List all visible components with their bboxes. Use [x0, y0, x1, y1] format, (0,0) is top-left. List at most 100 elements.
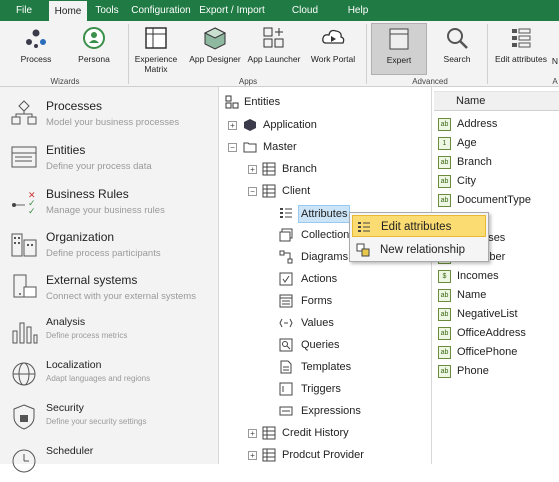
edit-attributes-icon	[358, 222, 370, 232]
values-icon	[279, 318, 293, 328]
menu-help[interactable]: Help	[342, 0, 374, 21]
module-analysis[interactable]: Analysis Define process metrics	[0, 311, 219, 353]
module-subtitle: Adapt languages and regions	[46, 374, 151, 383]
context-menu-new-relationship[interactable]: New relationship	[352, 239, 486, 261]
attribute-row[interactable]: ab Address	[434, 115, 559, 134]
expert-button[interactable]: Expert	[371, 23, 427, 75]
menu-home[interactable]: Home	[49, 1, 87, 21]
truncated-ribbon-button[interactable]: N	[551, 23, 559, 75]
experience-matrix-icon	[145, 27, 167, 49]
context-menu-edit-attributes[interactable]: Edit attributes	[352, 215, 486, 237]
tree-node-queries[interactable]: Queries	[221, 335, 421, 355]
app-designer-button[interactable]: App Designer	[188, 23, 242, 75]
module-security[interactable]: Security Define your security settings	[0, 397, 219, 439]
menu-cloud-services[interactable]: Cloud Services	[272, 0, 338, 37]
module-subtitle: Model your business processes	[46, 117, 180, 128]
expand-toggle[interactable]: +	[248, 429, 257, 438]
tree-node-expressions[interactable]: Expressions	[221, 401, 421, 421]
tree-node-forms[interactable]: Forms	[221, 291, 421, 311]
tree-label: Application	[263, 119, 317, 131]
entity-table-icon	[262, 426, 276, 440]
attribute-row[interactable]: ab NegativeList	[434, 305, 559, 324]
queries-icon	[279, 338, 293, 352]
module-scheduler[interactable]: Scheduler	[0, 440, 219, 482]
module-business-rules[interactable]: ✕ ✓ ✓ Business Rules Manage your business …	[0, 181, 219, 223]
templates-icon	[280, 360, 292, 374]
attribute-row[interactable]: ab OfficePhone	[434, 343, 559, 362]
expand-toggle[interactable]: +	[248, 165, 257, 174]
tree-node-actions[interactable]: Actions	[221, 269, 421, 289]
attribute-row[interactable]: ab Name	[434, 286, 559, 305]
edit-attributes-ribbon-label: Edit attributes	[495, 54, 547, 64]
diagrams-icon	[279, 250, 293, 264]
attribute-type-icon: ab	[438, 289, 451, 302]
attribute-type-icon: ab	[438, 365, 451, 378]
tree-label: Entities	[244, 96, 281, 108]
module-subtitle: Define process metrics	[46, 331, 128, 340]
tree-node-branch[interactable]: + Branch	[221, 159, 421, 179]
module-processes[interactable]: Processes Model your business processes	[0, 93, 219, 135]
tree-label: Collections	[301, 229, 355, 241]
persona-button[interactable]: Persona	[72, 23, 116, 75]
work-portal-button[interactable]: Work Portal	[308, 23, 358, 75]
menu-bar: File Home Tools Configuration Export / I…	[0, 0, 559, 37]
experience-matrix-button[interactable]: Experience Matrix	[133, 23, 179, 75]
menu-file[interactable]: File	[6, 0, 42, 21]
analysis-icon	[12, 322, 38, 344]
tree-node-templates[interactable]: Templates	[221, 357, 421, 377]
module-title: Scheduler	[46, 445, 94, 457]
module-title: Localization	[46, 359, 102, 371]
tree-node-application[interactable]: + Application	[221, 115, 421, 135]
menu-configuration[interactable]: Configuration	[128, 0, 194, 21]
group-advanced-label: Advanced	[412, 77, 448, 86]
attribute-type-icon: ab	[438, 156, 451, 169]
menu-tools[interactable]: Tools	[90, 0, 124, 21]
modules-panel: Processes Model your business processes …	[0, 87, 219, 473]
attribute-type-icon: ab	[438, 308, 451, 321]
context-menu-label: Edit attributes	[381, 221, 452, 233]
search-icon	[447, 28, 468, 49]
attribute-name: Incomes	[457, 270, 499, 282]
tree-node-triggers[interactable]: Triggers	[221, 379, 421, 399]
menu-export-import[interactable]: Export / Import	[199, 0, 265, 21]
module-entities[interactable]: Entities Define your process data	[0, 137, 219, 179]
group-wizards-label: Wizards	[50, 77, 80, 86]
expand-toggle[interactable]: +	[248, 451, 257, 460]
attribute-row[interactable]: ab Phone	[434, 362, 559, 381]
attribute-row[interactable]: ab Branch	[434, 153, 559, 172]
tree-node-product-provider[interactable]: + Prodcut Provider	[221, 445, 421, 465]
tree-node-values[interactable]: Values	[221, 313, 421, 333]
external-systems-icon	[13, 274, 37, 298]
module-localization[interactable]: Localization Adapt languages and regions	[0, 354, 219, 396]
tree-node-credit-history[interactable]: + Credit History	[221, 423, 421, 443]
module-organization[interactable]: Organization Define process participants	[0, 224, 219, 266]
entities-icon	[11, 146, 37, 168]
attribute-row[interactable]: ab City	[434, 172, 559, 191]
app-launcher-button[interactable]: App Launcher	[246, 23, 302, 75]
organization-icon	[11, 233, 37, 257]
attribute-row[interactable]: ab DocumentType	[434, 191, 559, 210]
expand-toggle[interactable]: +	[228, 121, 237, 130]
edit-attributes-icon	[512, 28, 531, 48]
tree-node-client[interactable]: − Client	[221, 181, 421, 201]
collapse-toggle[interactable]: −	[228, 143, 237, 152]
module-external-systems[interactable]: External systems Connect with your exter…	[0, 267, 219, 309]
process-button[interactable]: Process	[14, 23, 58, 75]
attribute-row[interactable]: $ Incomes	[434, 267, 559, 286]
column-header-name[interactable]: Name	[434, 91, 559, 111]
attribute-type-icon: 1	[438, 137, 451, 150]
processes-icon	[11, 100, 37, 125]
entity-table-icon	[262, 162, 276, 176]
edit-attributes-ribbon-button[interactable]: Edit attributes	[492, 23, 550, 75]
attribute-name: OfficeAddress	[457, 327, 526, 339]
attribute-row[interactable]: 1 Age	[434, 134, 559, 153]
search-label: Search	[443, 54, 471, 64]
svg-text:✓: ✓	[28, 206, 36, 215]
search-button[interactable]: Search	[434, 23, 480, 75]
attribute-row[interactable]: ab OfficeAddress	[434, 324, 559, 343]
collapse-toggle[interactable]: −	[248, 187, 257, 196]
tree-node-entities[interactable]: Entities	[221, 92, 421, 112]
entities-tree: Entities + Application − Master + Branch…	[221, 87, 432, 464]
attribute-name: OfficePhone	[457, 346, 518, 358]
tree-node-master[interactable]: − Master	[221, 137, 421, 157]
